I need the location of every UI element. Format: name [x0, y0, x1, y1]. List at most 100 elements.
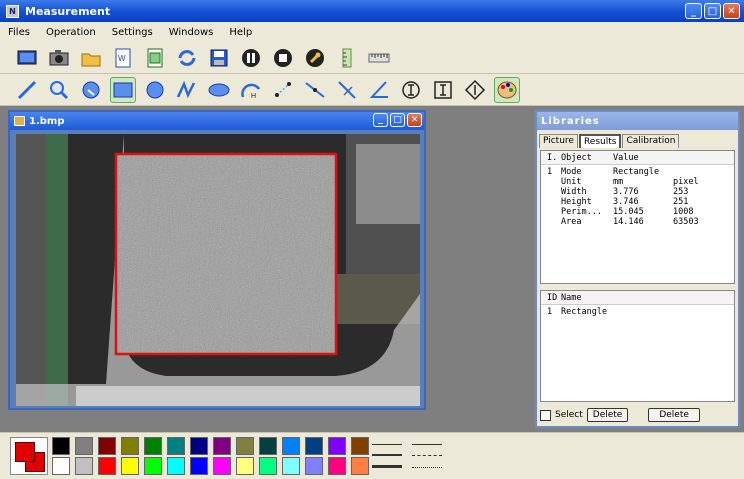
color-swatch[interactable]	[213, 437, 231, 455]
tab-picture[interactable]: Picture	[539, 134, 578, 148]
line-width-selector[interactable]	[372, 439, 402, 473]
color-swatch[interactable]	[328, 437, 346, 455]
menu-help[interactable]: Help	[229, 27, 252, 38]
table-cell: 3.776	[613, 187, 639, 197]
zoom-circle-icon[interactable]	[78, 77, 104, 103]
image-minimize-button[interactable]: _	[373, 113, 388, 127]
image-window-title-bar: 1.bmp _ □ ✕	[10, 112, 424, 130]
results-header-value: Value	[613, 152, 639, 163]
minimize-button[interactable]: _	[685, 3, 702, 19]
measure-toolbar: H	[0, 74, 744, 106]
i-beam-tool-icon[interactable]	[430, 77, 456, 103]
app-title: Measurement	[25, 4, 111, 18]
monitor-icon[interactable]	[14, 45, 40, 71]
libraries-footer: Select Delete Delete	[540, 406, 735, 424]
color-swatch[interactable]	[75, 437, 93, 455]
pause-icon[interactable]	[238, 45, 264, 71]
table-cell: Width	[561, 187, 587, 197]
color-swatch[interactable]	[121, 457, 139, 475]
color-swatch[interactable]	[98, 457, 116, 475]
vertical-ruler-icon[interactable]	[334, 45, 360, 71]
stop-icon[interactable]	[270, 45, 296, 71]
table-row: 1 Mode Rectangle	[541, 167, 734, 177]
wrench-icon[interactable]	[302, 45, 328, 71]
color-swatch[interactable]	[167, 457, 185, 475]
point-line-tool-icon[interactable]	[302, 77, 328, 103]
color-swatch[interactable]	[190, 457, 208, 475]
select-checkbox[interactable]	[540, 409, 551, 421]
rectangle-tool-icon[interactable]	[110, 76, 136, 103]
camera-icon[interactable]	[46, 45, 72, 71]
delete-button[interactable]: Delete	[586, 408, 629, 422]
libraries-panel: Libraries Picture Results Calibration I.…	[535, 110, 740, 428]
tab-results[interactable]: Results	[578, 134, 622, 148]
image-maximize-button[interactable]: □	[390, 113, 405, 127]
refresh-icon[interactable]	[174, 45, 200, 71]
list-item[interactable]: 1 Rectangle	[541, 307, 734, 317]
polyline-tool-icon[interactable]	[174, 77, 200, 103]
table-cell: 253	[673, 187, 689, 197]
color-swatch[interactable]	[144, 437, 162, 455]
color-swatch[interactable]	[213, 457, 231, 475]
menu-settings[interactable]: Settings	[112, 27, 153, 38]
magnifier-icon[interactable]	[46, 77, 72, 103]
objects-header-id: ID	[547, 292, 558, 303]
horizontal-ruler-icon[interactable]	[366, 45, 392, 71]
color-swatch[interactable]	[351, 437, 369, 455]
color-swatch[interactable]	[190, 437, 208, 455]
image-window: 1.bmp _ □ ✕	[8, 110, 426, 410]
color-swatch[interactable]	[259, 457, 277, 475]
menu-operation[interactable]: Operation	[46, 27, 96, 38]
maximize-button[interactable]: □	[704, 3, 721, 19]
ellipse-tool-icon[interactable]	[206, 77, 232, 103]
color-swatch[interactable]	[328, 457, 346, 475]
excel-doc-icon[interactable]	[142, 45, 168, 71]
results-header-index: I.	[547, 152, 558, 163]
color-swatch[interactable]	[282, 457, 300, 475]
table-cell: 1	[547, 167, 553, 177]
color-swatch[interactable]	[236, 457, 254, 475]
tab-calibration[interactable]: Calibration	[622, 134, 680, 148]
image-canvas[interactable]	[16, 134, 420, 406]
open-folder-icon[interactable]	[78, 45, 104, 71]
image-close-button[interactable]: ✕	[407, 113, 422, 127]
palette-tool-icon[interactable]	[494, 76, 520, 103]
save-icon[interactable]	[206, 45, 232, 71]
circle-tool-icon[interactable]	[142, 77, 168, 103]
color-swatch[interactable]	[351, 457, 369, 475]
color-swatch[interactable]	[305, 437, 323, 455]
angle-tool-icon[interactable]	[366, 77, 392, 103]
word-doc-icon[interactable]: W	[110, 45, 136, 71]
table-cell: 63503	[673, 217, 699, 227]
bmp-file-icon	[14, 116, 25, 126]
perpendicular-tool-icon[interactable]	[334, 77, 360, 103]
color-swatch[interactable]	[75, 457, 93, 475]
circle-i-tool-icon[interactable]	[398, 77, 424, 103]
results-table: I. Object Value 1 Mode Rectangle Unit mm…	[540, 150, 735, 284]
point-tool-icon[interactable]	[270, 77, 296, 103]
menu-files[interactable]: Files	[8, 27, 30, 38]
color-swatch[interactable]	[121, 437, 139, 455]
delete-all-button[interactable]: Delete	[648, 408, 700, 422]
line-tool-icon[interactable]	[14, 77, 40, 103]
close-button[interactable]: ✕	[723, 3, 740, 19]
color-swatch[interactable]	[52, 457, 70, 475]
diamond-tool-icon[interactable]	[462, 77, 488, 103]
table-cell: Unit	[561, 177, 582, 187]
line-dash-selector[interactable]	[412, 439, 442, 473]
color-swatch[interactable]	[259, 437, 277, 455]
arc-tool-icon[interactable]: H	[238, 77, 264, 103]
color-swatch[interactable]	[282, 437, 300, 455]
color-swatch[interactable]	[144, 457, 162, 475]
objects-header: ID Name	[541, 291, 734, 305]
color-swatch[interactable]	[98, 437, 116, 455]
color-swatch[interactable]	[167, 437, 185, 455]
table-row: Perim... 15.045 1008	[541, 207, 734, 217]
foreground-color[interactable]	[15, 442, 35, 462]
color-swatch[interactable]	[236, 437, 254, 455]
menu-windows[interactable]: Windows	[169, 27, 214, 38]
table-cell: 1008	[673, 207, 694, 217]
color-swatch[interactable]	[52, 437, 70, 455]
color-swatch[interactable]	[305, 457, 323, 475]
current-color-indicator[interactable]	[10, 437, 48, 475]
